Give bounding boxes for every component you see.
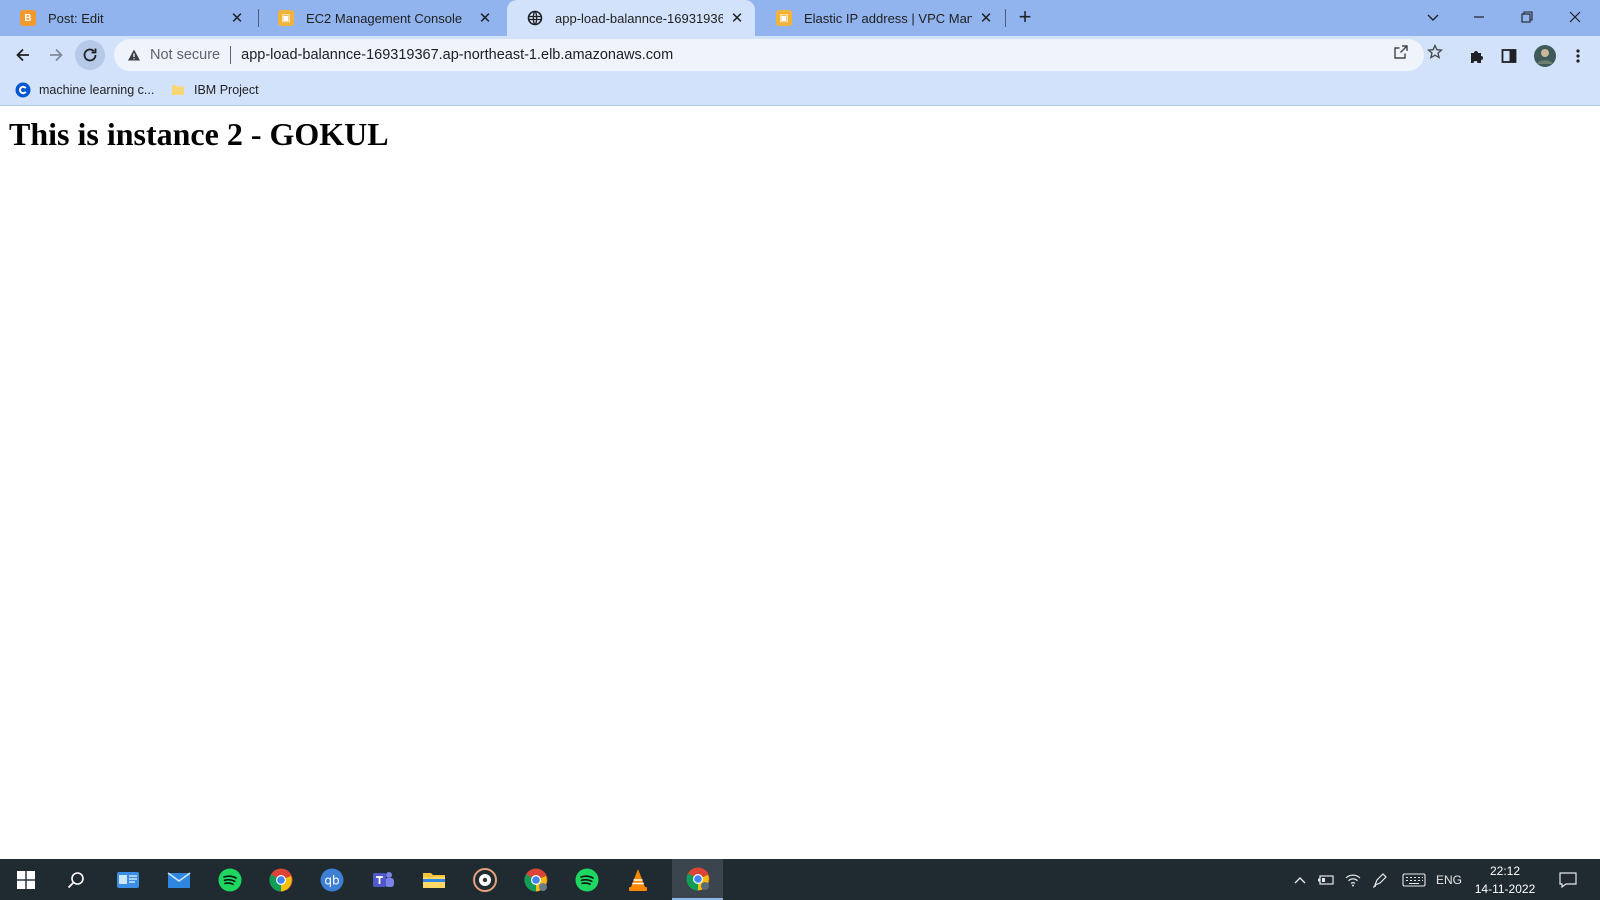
- taskbar-app-teams[interactable]: [357, 859, 408, 900]
- start-icon: [16, 870, 35, 889]
- share-icon[interactable]: [1393, 44, 1409, 60]
- teams-icon: [372, 871, 394, 887]
- new-tab-button[interactable]: +: [1013, 6, 1037, 30]
- tab-ec2-console[interactable]: ▣ EC2 Management Console ✕: [258, 0, 503, 36]
- close-icon[interactable]: ✕: [729, 10, 745, 27]
- aws-icon: ▣: [776, 10, 792, 26]
- close-icon[interactable]: ✕: [229, 10, 245, 27]
- chevron-down-icon: [1427, 14, 1439, 21]
- reload-icon: [83, 48, 97, 62]
- taskbar-app-chrome[interactable]: [255, 859, 306, 900]
- taskbar-app-outlook[interactable]: [102, 859, 153, 900]
- tab-strip: B Post: Edit ✕ ▣ EC2 Management Console …: [0, 0, 1600, 36]
- taskbar-app-spotify[interactable]: [204, 859, 255, 900]
- tab-title: EC2 Management Console: [306, 10, 463, 26]
- browser-toolbar: Not secure app-load-balannce-169319367.a…: [0, 36, 1600, 74]
- bookmark-label: machine learning c...: [39, 83, 155, 97]
- tab-title: Post: Edit: [48, 10, 104, 26]
- wifi-icon[interactable]: [1343, 871, 1363, 889]
- divider: [230, 46, 232, 64]
- restore-icon: [1521, 11, 1533, 23]
- back-button[interactable]: [8, 40, 38, 70]
- taskbar-app-qbittorrent[interactable]: qb: [306, 859, 357, 900]
- taskbar-app-spotify-2[interactable]: [561, 859, 612, 900]
- taskbar-app-mail[interactable]: [153, 859, 204, 900]
- tab-load-balancer[interactable]: app-load-balannce-169319367.ap-northeast…: [507, 0, 755, 36]
- chrome-icon: [524, 868, 547, 891]
- outlook-icon: [116, 871, 139, 888]
- aws-icon: ▣: [278, 10, 294, 26]
- close-icon: [1569, 11, 1581, 23]
- extensions-icon[interactable]: [1467, 47, 1485, 65]
- mail-icon: [167, 871, 190, 888]
- bookmarks-bar: machine learning c... IBM Project: [0, 74, 1600, 106]
- search-button[interactable]: [50, 859, 101, 900]
- warning-icon[interactable]: [126, 47, 142, 63]
- pen-icon[interactable]: [1370, 871, 1390, 889]
- bookmark-ibm-project[interactable]: IBM Project: [170, 81, 259, 99]
- menu-dots-icon[interactable]: [1569, 47, 1587, 65]
- spotify-icon: [218, 868, 241, 891]
- arrow-left-icon: [16, 48, 29, 62]
- chrome-icon: [686, 867, 709, 890]
- close-window-button[interactable]: [1552, 0, 1598, 34]
- vlc-icon: [628, 868, 647, 891]
- keyboard-icon[interactable]: [1400, 871, 1428, 889]
- forward-button[interactable]: [41, 40, 71, 70]
- tab-separator: [1005, 9, 1006, 27]
- bookmark-machine-learning[interactable]: machine learning c...: [15, 81, 154, 99]
- svg-text:qb: qb: [324, 873, 339, 887]
- coursera-icon: [15, 82, 31, 98]
- battery-icon[interactable]: [1316, 871, 1336, 889]
- url-text[interactable]: app-load-balannce-169319367.ap-northeast…: [241, 47, 673, 63]
- tab-post-edit[interactable]: B Post: Edit ✕: [0, 0, 255, 36]
- restore-button[interactable]: [1504, 0, 1550, 34]
- chevron-up-icon[interactable]: [1292, 871, 1308, 889]
- qbittorrent-icon: qb: [320, 868, 343, 891]
- taskbar-app-chrome-profile[interactable]: [510, 859, 561, 900]
- taskbar-app-chrome-active[interactable]: [672, 859, 723, 900]
- arrow-right-icon: [50, 48, 63, 62]
- clock-time: 22:12: [1489, 864, 1521, 878]
- language-indicator[interactable]: ENG: [1434, 871, 1464, 889]
- avatar[interactable]: [1533, 44, 1557, 68]
- globe-icon: [527, 10, 543, 26]
- file-explorer-icon: [422, 872, 445, 888]
- side-panel-icon[interactable]: [1500, 47, 1518, 65]
- bookmark-label: IBM Project: [194, 83, 259, 97]
- close-icon[interactable]: ✕: [477, 10, 493, 27]
- start-button[interactable]: [0, 859, 51, 900]
- reload-button[interactable]: [75, 40, 105, 70]
- clock[interactable]: 22:12 14-11-2022: [1470, 862, 1540, 898]
- chrome-icon: [269, 868, 292, 891]
- taskbar: qb ENG 22:12 14-11-2022: [0, 859, 1600, 900]
- close-icon[interactable]: ✕: [978, 10, 994, 27]
- page-heading: This is instance 2 - GOKUL: [9, 116, 389, 152]
- tab-title: Elastic IP address | VPC Management Cons…: [804, 10, 972, 26]
- folder-icon: [170, 82, 186, 98]
- address-bar[interactable]: Not secure app-load-balannce-169319367.a…: [114, 39, 1424, 71]
- clock-date: 14-11-2022: [1474, 882, 1536, 896]
- tab-title: app-load-balannce-169319367.ap-northeast…: [555, 10, 723, 26]
- tab-elastic-ip[interactable]: ▣ Elastic IP address | VPC Management Co…: [756, 0, 1004, 36]
- taskbar-app-media-player[interactable]: [459, 859, 510, 900]
- minimize-button[interactable]: [1456, 0, 1502, 34]
- blogger-icon: B: [20, 10, 36, 26]
- media-player-icon: [472, 867, 497, 892]
- security-label[interactable]: Not secure: [150, 47, 220, 63]
- spotify-icon: [575, 868, 598, 891]
- taskbar-app-file-explorer[interactable]: [408, 859, 459, 900]
- taskbar-app-vlc[interactable]: [612, 859, 663, 900]
- notification-icon[interactable]: [1555, 871, 1581, 889]
- tab-search-button[interactable]: [1410, 0, 1456, 34]
- page-content: This is instance 2 - GOKUL: [0, 107, 1600, 859]
- search-icon: [67, 871, 84, 888]
- minimize-icon: [1474, 16, 1484, 18]
- bookmark-star-icon[interactable]: [1427, 44, 1443, 60]
